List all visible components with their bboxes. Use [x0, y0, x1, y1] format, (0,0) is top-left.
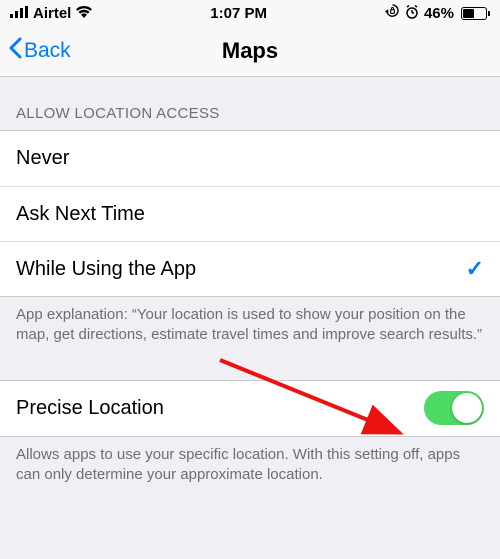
- option-label: Ask Next Time: [16, 203, 145, 226]
- checkmark-icon: ✓: [466, 256, 484, 282]
- orientation-lock-icon: [385, 4, 400, 23]
- alarm-icon: [405, 5, 419, 23]
- back-label: Back: [24, 39, 71, 63]
- precise-location-label: Precise Location: [16, 397, 164, 420]
- location-options-list: Never Ask Next Time While Using the App …: [0, 130, 500, 297]
- precise-location-list: Precise Location: [0, 380, 500, 437]
- battery-icon: [459, 7, 490, 20]
- option-while-using[interactable]: While Using the App ✓: [0, 241, 500, 296]
- signal-icon: [10, 5, 28, 22]
- precise-location-footer: Allows apps to use your specific locatio…: [0, 437, 500, 502]
- nav-bar: Back Maps: [0, 25, 500, 77]
- page-title: Maps: [0, 38, 500, 64]
- option-ask-next-time[interactable]: Ask Next Time: [0, 186, 500, 241]
- precise-location-row: Precise Location: [0, 381, 500, 436]
- wifi-icon: [76, 5, 92, 22]
- carrier-label: Airtel: [33, 5, 71, 22]
- section-header-location: ALLOW LOCATION ACCESS: [0, 77, 500, 130]
- option-label: Never: [16, 147, 69, 170]
- clock-label: 1:07 PM: [92, 5, 385, 22]
- battery-percent-label: 46%: [424, 5, 454, 22]
- status-bar: Airtel 1:07 PM 46%: [0, 0, 500, 25]
- precise-location-toggle[interactable]: [424, 391, 484, 425]
- option-label: While Using the App: [16, 258, 196, 281]
- toggle-knob: [452, 393, 482, 423]
- chevron-left-icon: [8, 37, 22, 65]
- option-never[interactable]: Never: [0, 131, 500, 186]
- back-button[interactable]: Back: [0, 37, 71, 65]
- app-explanation-text: App explanation: “Your location is used …: [0, 297, 500, 362]
